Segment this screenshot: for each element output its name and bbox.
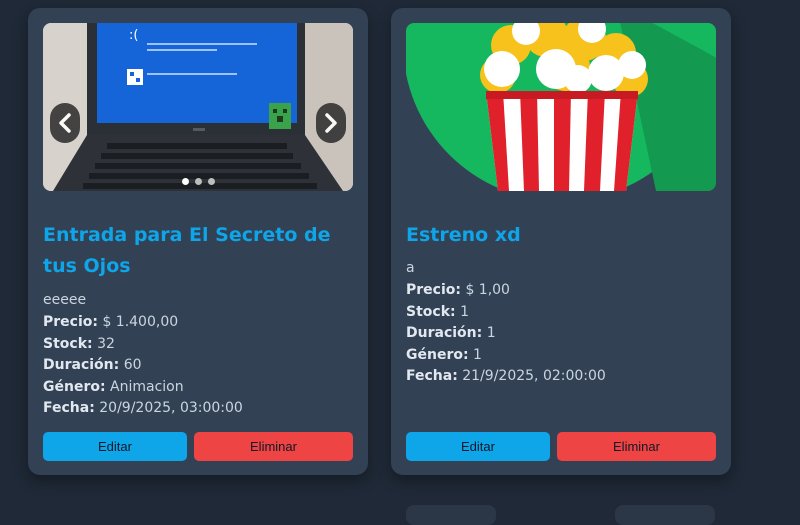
carousel-dot[interactable] — [194, 178, 202, 185]
delete-button[interactable]: Eliminar — [194, 432, 353, 461]
genre-row: Género: 1 — [406, 346, 482, 363]
card-description: eeeee — [43, 292, 87, 308]
price-row: Precio: $ 1.400,00 — [43, 314, 179, 330]
event-card: Estreno xd a Precio: $ 1,00 Stock: 1 Dur… — [391, 8, 731, 475]
card-details: Precio: $ 1,00 Stock: 1 Duración: 1 Géne… — [406, 280, 716, 388]
card-title: Estreno xd — [406, 224, 521, 246]
carousel-indicators — [43, 178, 353, 185]
duration-row: Duración: 1 — [406, 325, 496, 341]
carousel-dot[interactable] — [207, 178, 215, 185]
edit-button[interactable]: Editar — [406, 432, 550, 461]
partial-element — [615, 505, 715, 525]
card-title: Entrada para El Secreto de tus Ojos — [43, 224, 331, 277]
carousel-next-button[interactable] — [316, 103, 346, 143]
svg-text::(: :( — [129, 28, 138, 43]
chevron-left-icon — [59, 113, 71, 133]
image-carousel[interactable]: :( — [43, 23, 353, 191]
chevron-right-icon — [325, 113, 337, 133]
card-image — [406, 23, 716, 191]
card-details: Precio: $ 1.400,00 Stock: 32 Duración: 6… — [43, 312, 353, 420]
delete-button[interactable]: Eliminar — [557, 432, 716, 461]
duration-row: Duración: 60 — [43, 357, 142, 373]
price-row: Precio: $ 1,00 — [406, 282, 510, 298]
partial-element — [406, 505, 496, 525]
stock-row: Stock: 32 — [43, 335, 115, 352]
popcorn-image — [406, 23, 716, 191]
carousel-prev-button[interactable] — [50, 103, 80, 143]
date-row: Fecha: 20/9/2025, 03:00:00 — [43, 400, 243, 416]
laptop-photo: :( — [43, 23, 353, 191]
card-description: a — [406, 260, 415, 276]
genre-row: Género: Animacion — [43, 378, 184, 395]
date-row: Fecha: 21/9/2025, 02:00:00 — [406, 368, 606, 384]
carousel-dot[interactable] — [181, 178, 189, 185]
stock-row: Stock: 1 — [406, 303, 469, 320]
edit-button[interactable]: Editar — [43, 432, 187, 461]
event-card: :(Entrada para El Secreto de tus Ojos e… — [28, 8, 368, 475]
